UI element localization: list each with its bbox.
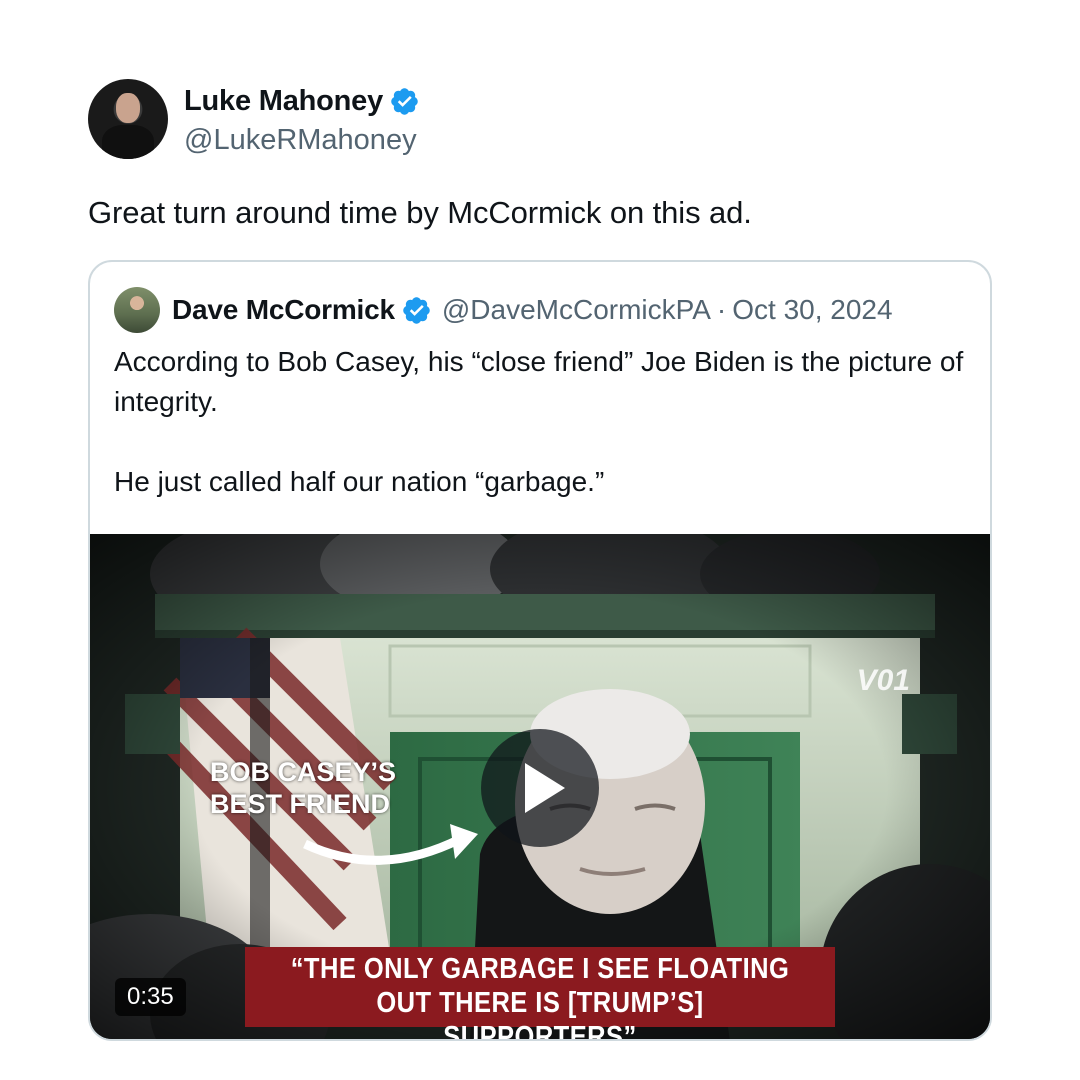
verified-badge-icon xyxy=(403,296,430,324)
quote-display-name[interactable]: Dave McCormick xyxy=(172,294,395,326)
quote-text: According to Bob Casey, his “close frien… xyxy=(114,342,974,542)
video-duration: 0:35 xyxy=(115,978,186,1016)
author-block: Luke Mahoney @LukeRMahoney xyxy=(184,82,420,157)
tweet-text: Great turn around time by McCormick on t… xyxy=(88,195,752,230)
channel-logo: V01 xyxy=(856,664,910,697)
caption-line: “THE ONLY GARBAGE I SEE FLOATING xyxy=(290,953,790,985)
name-row: Luke Mahoney xyxy=(184,82,420,122)
separator-dot: · xyxy=(716,294,727,325)
caption-line: OUT THERE IS [TRUMP’S] SUPPORTERS” xyxy=(376,987,704,1041)
overlay-label-line: BOB CASEY’S xyxy=(210,757,397,787)
quoted-tweet[interactable]: Dave McCormick @DaveMcCormickPA · Oct 30… xyxy=(88,260,992,1041)
quote-paragraph: According to Bob Casey, his “close frien… xyxy=(114,346,964,417)
author-display-name[interactable]: Luke Mahoney xyxy=(184,85,383,118)
play-icon[interactable] xyxy=(481,729,599,847)
quote-avatar[interactable] xyxy=(114,287,160,333)
caption-text: “THE ONLY GARBAGE I SEE FLOATING OUT THE… xyxy=(280,952,799,1041)
quote-paragraph: He just called half our nation “garbage.… xyxy=(114,466,605,497)
avatar[interactable] xyxy=(88,79,168,159)
tweet-header: Luke Mahoney @LukeRMahoney xyxy=(88,78,992,160)
quote-date[interactable]: Oct 30, 2024 xyxy=(732,294,892,326)
quote-handle[interactable]: @DaveMcCormickPA xyxy=(442,294,711,326)
tweet: Luke Mahoney @LukeRMahoney Great turn ar… xyxy=(88,78,992,1041)
video-player[interactable]: BOB CASEY’S BEST FRIEND V01 “THE ONLY GA… xyxy=(90,534,990,1041)
author-handle[interactable]: @LukeRMahoney xyxy=(184,124,420,157)
overlay-label: BOB CASEY’S BEST FRIEND xyxy=(210,756,396,820)
quote-header: Dave McCormick @DaveMcCormickPA · Oct 30… xyxy=(114,286,893,334)
overlay-label-line: BEST FRIEND xyxy=(210,789,391,819)
verified-badge-icon xyxy=(391,88,418,115)
